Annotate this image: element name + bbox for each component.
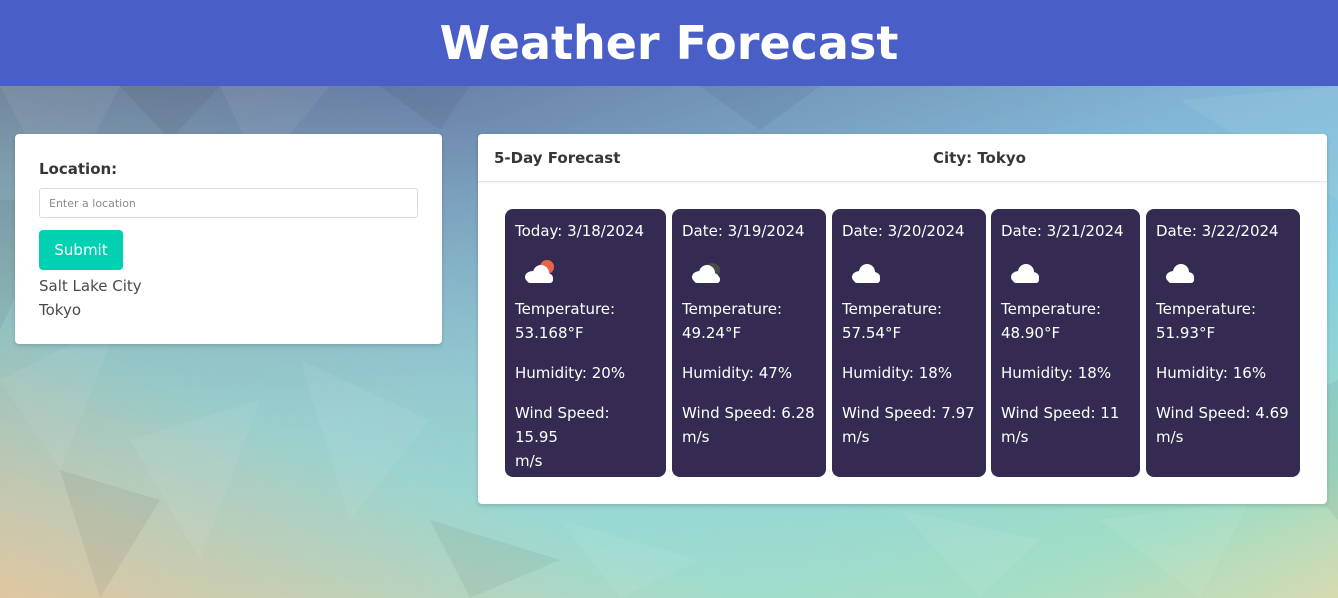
- day-date: Date: 3/21/2024: [1001, 222, 1124, 240]
- wind-speed-unit: m/s: [682, 428, 710, 446]
- forecast-day-card: Date: 3/22/2024 Temperature: 51.93°F Hum…: [1146, 209, 1300, 477]
- search-panel: Location: Submit Salt Lake City Tokyo: [15, 134, 442, 344]
- day-date: Today: 3/18/2024: [515, 222, 645, 240]
- submit-button[interactable]: Submit: [39, 230, 123, 270]
- temperature-value: 57.54°F: [842, 324, 902, 342]
- location-input[interactable]: [39, 188, 418, 218]
- humidity-value: Humidity: 18%: [1001, 364, 1112, 382]
- wind-speed-unit: m/s: [842, 428, 870, 446]
- temperature-value: 53.168°F: [515, 324, 584, 342]
- temperature-value: 48.90°F: [1001, 324, 1061, 342]
- humidity-value: Humidity: 47%: [682, 364, 793, 382]
- temperature-label: Temperature:: [1001, 300, 1102, 318]
- forecast-panel: 5-Day Forecast City: Tokyo Today: 3/18/2…: [478, 134, 1327, 504]
- wind-speed-unit: m/s: [1156, 428, 1184, 446]
- temperature-label: Temperature:: [682, 300, 783, 318]
- temperature-label: Temperature:: [1156, 300, 1257, 318]
- temperature-value: 49.24°F: [682, 324, 742, 342]
- forecast-day-card: Date: 3/20/2024 Temperature: 57.54°F Hum…: [832, 209, 986, 477]
- cloud-sun-icon: [515, 241, 656, 297]
- forecast-day-card: Date: 3/19/2024 Temperature: 49.24°F Hum…: [672, 209, 826, 477]
- humidity-value: Humidity: 18%: [842, 364, 953, 382]
- day-date: Date: 3/22/2024: [1156, 222, 1279, 240]
- wind-speed-unit: m/s: [1001, 428, 1029, 446]
- app-header: Weather Forecast: [0, 0, 1338, 86]
- day-date: Date: 3/20/2024: [842, 222, 965, 240]
- history-item-tokyo[interactable]: Tokyo: [39, 298, 418, 322]
- temperature-label: Temperature:: [842, 300, 943, 318]
- forecast-header: 5-Day Forecast City: Tokyo: [478, 134, 1327, 182]
- humidity-value: Humidity: 20%: [515, 364, 626, 382]
- location-label: Location:: [39, 160, 118, 178]
- wind-speed-value: Wind Speed: 15.95: [515, 404, 610, 446]
- forecast-day-card: Today: 3/18/2024 Temperature: 53.168°F H…: [505, 209, 666, 477]
- wind-speed-value: Wind Speed: 6.28: [682, 404, 815, 422]
- wind-speed-value: Wind Speed: 11: [1001, 404, 1120, 422]
- search-history: Salt Lake City Tokyo: [39, 274, 418, 322]
- history-item-salt-lake-city[interactable]: Salt Lake City: [39, 274, 418, 298]
- cloud-icon: [1001, 241, 1130, 297]
- forecast-heading: 5-Day Forecast: [494, 149, 621, 167]
- wind-speed-value: Wind Speed: 7.97: [842, 404, 975, 422]
- cloud-icon: [842, 241, 976, 297]
- temperature-label: Temperature:: [515, 300, 616, 318]
- humidity-value: Humidity: 16%: [1156, 364, 1267, 382]
- city-name: City: Tokyo: [933, 149, 1026, 167]
- cloud-icon: [1156, 241, 1290, 297]
- day-date: Date: 3/19/2024: [682, 222, 805, 240]
- cloud-dark-icon: [682, 241, 816, 297]
- wind-speed-unit: m/s: [515, 452, 543, 470]
- page-title: Weather Forecast: [439, 16, 899, 70]
- temperature-value: 51.93°F: [1156, 324, 1216, 342]
- wind-speed-value: Wind Speed: 4.69: [1156, 404, 1289, 422]
- forecast-day-card: Date: 3/21/2024 Temperature: 48.90°F Hum…: [991, 209, 1140, 477]
